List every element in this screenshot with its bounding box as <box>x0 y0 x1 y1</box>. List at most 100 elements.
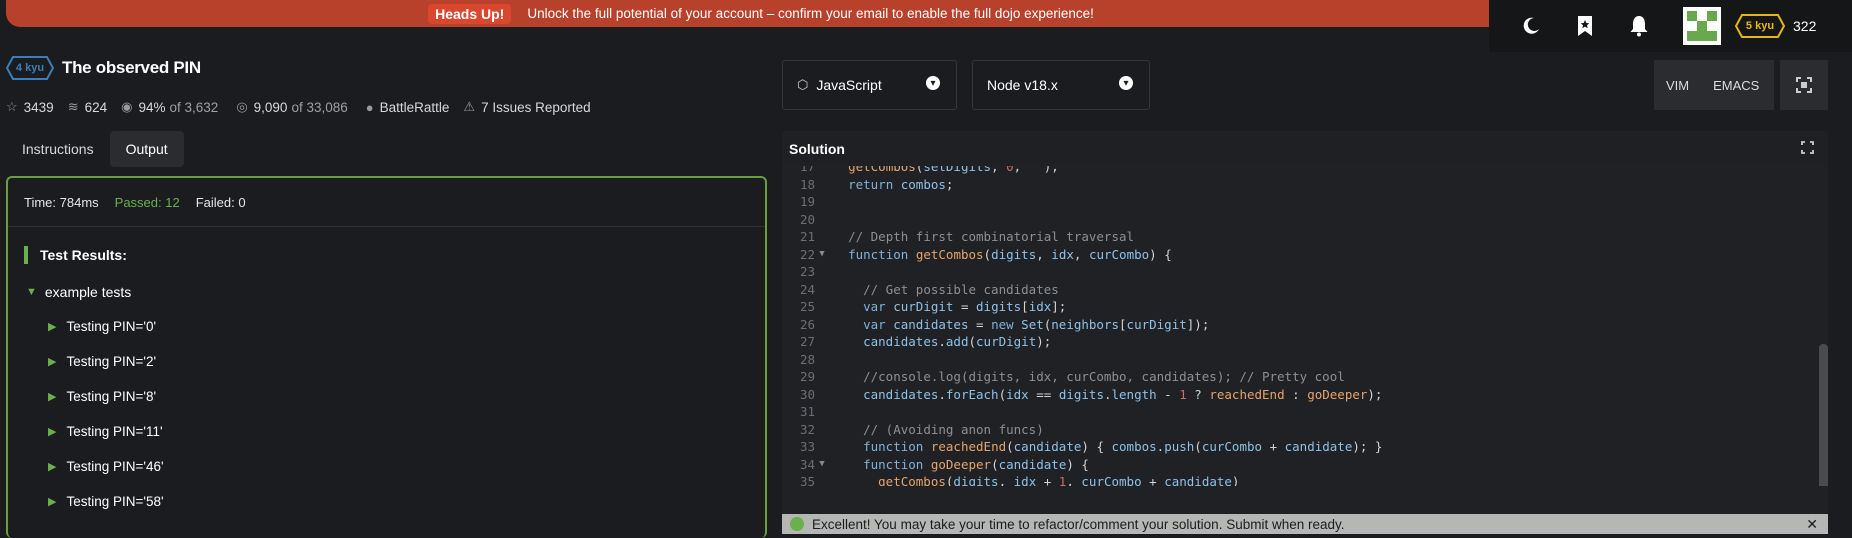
results-bar <box>24 246 28 264</box>
stars-stat[interactable]: ☆ 3439 <box>6 99 54 115</box>
kata-header: 4 kyu The observed PIN <box>6 56 201 80</box>
test-item[interactable]: ▶ Testing PIN='46' <box>48 459 164 474</box>
test-item[interactable]: ▶ Testing PIN='8' <box>48 389 156 404</box>
star-icon: ☆ <box>6 99 18 114</box>
line-number: 17 <box>799 166 815 174</box>
code-line[interactable]: 33 function reachedEnd(candidate) { comb… <box>782 438 1383 456</box>
code-line[interactable]: 21 // Depth first combinatorial traversa… <box>782 228 1134 246</box>
line-number: 25 <box>799 299 815 314</box>
test-group[interactable]: ▼ example tests <box>26 284 131 300</box>
test-item[interactable]: ▶ Testing PIN='58' <box>48 494 164 509</box>
code-text: return combos; <box>848 176 954 192</box>
collections-stat[interactable]: ≋ 624 <box>68 99 107 115</box>
line-number: 21 <box>799 229 815 244</box>
chevron-down-icon: ▾ <box>1119 76 1133 90</box>
close-icon[interactable]: ✕ <box>1806 516 1818 533</box>
kata-rank-badge: 4 kyu <box>6 56 54 80</box>
line-number: 31 <box>799 404 815 419</box>
code-line[interactable]: 32 // (Avoiding anon funcs) <box>782 421 1044 439</box>
line-number: 27 <box>799 334 815 349</box>
output-summary: Time: 784ms Passed: 12 Failed: 0 <box>8 178 765 227</box>
satisfaction-stat: ◉ 94% of 3,632 <box>121 99 219 115</box>
js-logo-icon: ⬡ <box>797 77 809 92</box>
code-line[interactable]: 19 <box>782 193 833 211</box>
failed-label: Failed: 0 <box>195 194 246 210</box>
issues-link[interactable]: ⚠ 7 Issues Reported <box>463 99 590 115</box>
code-line[interactable]: 29 //console.log(digits, idx, curCombo, … <box>782 368 1345 386</box>
solution-editor: Solution 17 getCombos(setDigits, 0, '');… <box>782 131 1828 534</box>
banner-message[interactable]: Unlock the full potential of your accoun… <box>527 6 1094 21</box>
language-select[interactable]: ⬡ JavaScript ▾ <box>782 60 957 110</box>
heads-up-tag: Heads Up! <box>428 3 512 24</box>
time-label: Time: 784ms <box>24 194 99 210</box>
email-confirm-banner: Heads Up! Unlock the full potential of y… <box>6 0 1516 27</box>
bookmark-icon[interactable] <box>1573 14 1597 38</box>
code-line[interactable]: 26 var candidates = new Set(neighbors[cu… <box>782 316 1209 334</box>
code-text: // Get possible candidates <box>863 281 1059 297</box>
fullscreen-icon[interactable] <box>1801 141 1814 157</box>
code-line[interactable]: 34 ▼ function goDeeper(candidate) { <box>782 456 1089 474</box>
code-text: // Depth first combinatorial traversal <box>848 229 1135 244</box>
line-number: 20 <box>799 211 815 227</box>
code-line[interactable]: 23 <box>782 263 833 281</box>
code-line[interactable]: 20 <box>782 211 833 229</box>
left-tabs: Instructions Output <box>6 131 184 167</box>
runtime-select[interactable]: Node v18.x ▾ <box>972 60 1150 110</box>
code-line[interactable]: 18 return combos; <box>782 176 954 194</box>
line-number: 35 <box>799 474 815 486</box>
editor-scrollbar[interactable] <box>1819 344 1828 486</box>
expand-icon[interactable] <box>1780 60 1828 110</box>
code-line[interactable]: 28 <box>782 351 833 369</box>
line-number: 30 <box>799 386 815 402</box>
code-line[interactable]: 31 <box>782 403 833 421</box>
success-notice: Excellent! You may take your time to ref… <box>782 514 1828 534</box>
avatar[interactable] <box>1683 7 1721 45</box>
target-icon: ◎ <box>236 99 248 114</box>
line-number: 18 <box>799 176 815 192</box>
chevron-right-icon: ▶ <box>48 461 57 473</box>
code-line[interactable]: 27 candidates.add(curDigit); <box>782 333 1051 351</box>
code-text: //console.log(digits, idx, curCombo, can… <box>863 369 1345 384</box>
emacs-mode-button[interactable]: EMACS <box>1701 78 1771 93</box>
code-text: var curDigit = digits[idx]; <box>863 299 1067 314</box>
code-line[interactable]: 24 // Get possible candidates <box>782 281 1059 299</box>
code-line[interactable]: 22 ▼ function getCombos(digits, idx, curC… <box>782 246 1172 264</box>
moon-icon[interactable] <box>1519 14 1543 38</box>
bell-icon[interactable] <box>1627 14 1651 38</box>
chevron-down-icon: ▾ <box>926 76 940 90</box>
chevron-right-icon: ▶ <box>48 356 57 368</box>
code-line[interactable]: 30 candidates.forEach(idx == digits.leng… <box>782 386 1383 404</box>
code-text: candidates.forEach(idx == digits.length … <box>863 386 1383 402</box>
chevron-right-icon: ▶ <box>48 496 57 508</box>
line-number: 32 <box>799 421 815 437</box>
code-line[interactable]: 25 var curDigit = digits[idx]; <box>782 298 1066 316</box>
fold-arrow-icon[interactable]: ▼ <box>815 456 829 474</box>
tab-output[interactable]: Output <box>109 131 184 167</box>
editor-title: Solution <box>789 140 845 157</box>
code-line[interactable]: 17 getCombos(setDigits, 0, ''); <box>782 166 1059 176</box>
chevron-down-icon: ▼ <box>26 286 37 298</box>
author-link[interactable]: ● BattleRattle <box>366 100 450 115</box>
code-text: getCombos(setDigits, 0, ''); <box>848 166 1059 174</box>
tab-instructions[interactable]: Instructions <box>6 131 110 167</box>
fold-arrow-icon[interactable]: ▼ <box>815 246 829 264</box>
code-area[interactable]: 17 getCombos(setDigits, 0, ''); 18 return… <box>782 166 1828 486</box>
code-line[interactable]: 35 getCombos(digits, idx + 1, curCombo +… <box>782 473 1240 486</box>
code-text: function goDeeper(candidate) { <box>863 456 1089 472</box>
test-item[interactable]: ▶ Testing PIN='0' <box>48 319 156 334</box>
test-item[interactable]: ▶ Testing PIN='2' <box>48 354 156 369</box>
line-number: 29 <box>799 369 815 384</box>
vim-mode-button[interactable]: VIM <box>1654 78 1701 93</box>
test-item[interactable]: ▶ Testing PIN='11' <box>48 424 163 439</box>
test-results-title: Test Results: <box>24 246 127 264</box>
